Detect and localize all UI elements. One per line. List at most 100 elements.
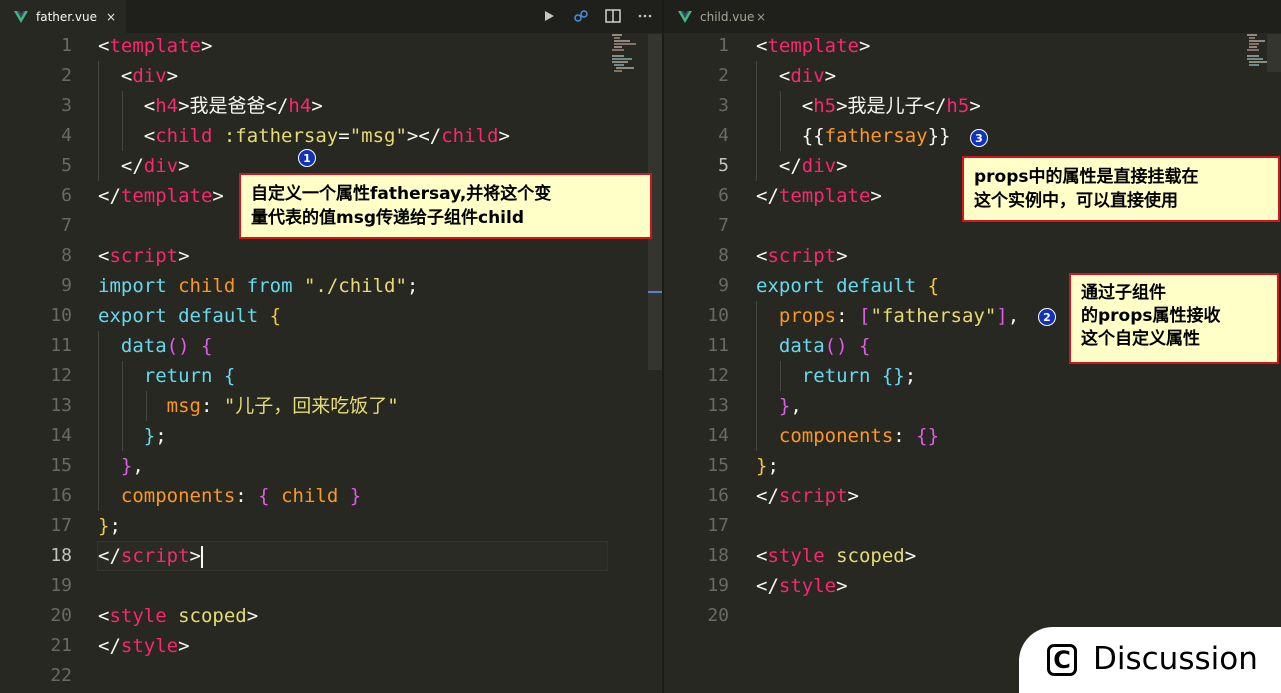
line-number: 6 bbox=[718, 185, 729, 206]
code-line[interactable]: 18 </script> bbox=[0, 541, 662, 571]
line-number: 17 bbox=[707, 515, 729, 536]
code-line[interactable]: 16 components: { child } bbox=[0, 481, 662, 511]
code-text: export default { bbox=[756, 271, 939, 301]
code-token: return bbox=[801, 365, 871, 387]
code-line[interactable]: 12 return {}; bbox=[664, 361, 1281, 391]
code-editor[interactable]: 1 <template> 2 <div> 3 <h4>我是爸爸</h4> 4 <chil… bbox=[0, 31, 662, 691]
code-text: <template> bbox=[98, 31, 212, 61]
indent-guide bbox=[756, 151, 757, 181]
code-line[interactable]: 8 <script> bbox=[664, 241, 1281, 271]
code-line[interactable]: 19 </style> bbox=[664, 571, 1281, 601]
note-line: 自定义一个属性fathersay,并将这个变 bbox=[251, 184, 552, 204]
code-line[interactable]: 4 <child :fathersay="msg"></child> bbox=[0, 121, 662, 151]
code-token: "msg" bbox=[349, 125, 407, 147]
line-number: 4 bbox=[718, 125, 729, 146]
code-token: < bbox=[98, 245, 110, 267]
code-token: : bbox=[235, 485, 259, 507]
code-token: ] bbox=[996, 305, 1008, 327]
indent-guide bbox=[756, 421, 757, 451]
indent-guide bbox=[756, 121, 757, 151]
tab-label: father.vue bbox=[36, 9, 98, 24]
code-line[interactable]: 12 return { bbox=[0, 361, 662, 391]
code-line[interactable]: 14 }; bbox=[0, 421, 662, 451]
code-line[interactable]: 16 </script> bbox=[664, 481, 1281, 511]
line-number: 10 bbox=[50, 305, 72, 326]
line-number: 17 bbox=[50, 515, 72, 536]
code-token: } bbox=[98, 515, 110, 537]
minimap[interactable] bbox=[610, 34, 642, 74]
code-line[interactable]: 18 <style scoped> bbox=[664, 541, 1281, 571]
code-line[interactable]: 15}; bbox=[664, 451, 1281, 481]
code-line[interactable]: 11 data() { bbox=[0, 331, 662, 361]
code-line[interactable]: 13 }, bbox=[664, 391, 1281, 421]
code-line[interactable]: 10 export default { bbox=[0, 301, 662, 331]
code-token: </ bbox=[98, 155, 144, 177]
code-token: } bbox=[120, 455, 133, 477]
indent-guide bbox=[98, 421, 99, 451]
close-icon[interactable]: × bbox=[756, 10, 766, 24]
code-token: fathersay bbox=[824, 125, 928, 147]
code-line[interactable]: 1 <template> bbox=[0, 31, 662, 61]
compare-icon[interactable] bbox=[572, 7, 590, 25]
code-line[interactable]: 8 <script> bbox=[0, 241, 662, 271]
code-text: components: {} bbox=[756, 421, 939, 451]
code-line[interactable]: 1 <template> bbox=[664, 31, 1281, 61]
code-line[interactable]: 2 <div> bbox=[664, 61, 1281, 91]
line-number: 7 bbox=[718, 215, 729, 236]
code-line[interactable]: 17}; bbox=[0, 511, 662, 541]
code-line[interactable]: 3 <h5>我是儿子</h5> bbox=[664, 91, 1281, 121]
code-token: child bbox=[155, 125, 213, 147]
vue-logo-icon bbox=[678, 10, 692, 23]
code-text: }, bbox=[756, 391, 802, 421]
code-line[interactable]: 21 </style> bbox=[0, 631, 662, 661]
indent-guide bbox=[756, 331, 757, 361]
code-line[interactable]: 22 bbox=[0, 661, 662, 691]
code-token: { bbox=[223, 365, 236, 387]
code-token: { bbox=[927, 275, 940, 297]
annotation-badge-2: 2 bbox=[1038, 308, 1056, 326]
code-token: > bbox=[836, 245, 848, 267]
code-token: > bbox=[824, 65, 837, 87]
code-line[interactable]: 2 <div> bbox=[0, 61, 662, 91]
code-line[interactable]: 15 }, bbox=[0, 451, 662, 481]
scrollbar[interactable] bbox=[1267, 34, 1281, 72]
tab-father-vue[interactable]: father.vue × bbox=[0, 0, 126, 33]
more-icon[interactable] bbox=[636, 7, 654, 25]
split-editor-icon[interactable] bbox=[604, 7, 622, 25]
code-token: return bbox=[143, 365, 213, 387]
annotation-badge-3: 3 bbox=[970, 129, 988, 147]
code-line[interactable]: 9 import child from "./child"; bbox=[0, 271, 662, 301]
code-line[interactable]: 20 <style scoped> bbox=[0, 601, 662, 631]
code-token: > bbox=[836, 575, 848, 597]
editor-pane-father: father.vue × 1 <template> 2 <div> 3 <h4>我是爸… bbox=[0, 0, 662, 693]
code-line[interactable]: 13 msg: "儿子，回来吃饭了" bbox=[0, 391, 662, 421]
code-line[interactable]: 3 <h4>我是爸爸</h4> bbox=[0, 91, 662, 121]
code-line[interactable]: 17 bbox=[664, 511, 1281, 541]
close-icon[interactable]: × bbox=[106, 10, 116, 24]
code-token: > bbox=[178, 245, 190, 267]
run-icon[interactable] bbox=[540, 7, 558, 25]
code-token: scoped bbox=[836, 545, 905, 567]
code-token: } bbox=[778, 395, 791, 417]
code-token: h4 bbox=[288, 95, 312, 117]
code-token: {{ bbox=[756, 125, 825, 147]
code-line[interactable]: 19 bbox=[0, 571, 662, 601]
code-token: script bbox=[120, 545, 190, 567]
code-line[interactable]: 14 components: {} bbox=[664, 421, 1281, 451]
code-text: {{fathersay}} bbox=[756, 121, 951, 151]
discussion-watermark: C Discussion bbox=[1019, 627, 1281, 693]
code-token: < bbox=[756, 95, 814, 117]
tab-child-vue[interactable]: child.vue × bbox=[664, 0, 776, 33]
code-token: </ bbox=[756, 575, 779, 597]
